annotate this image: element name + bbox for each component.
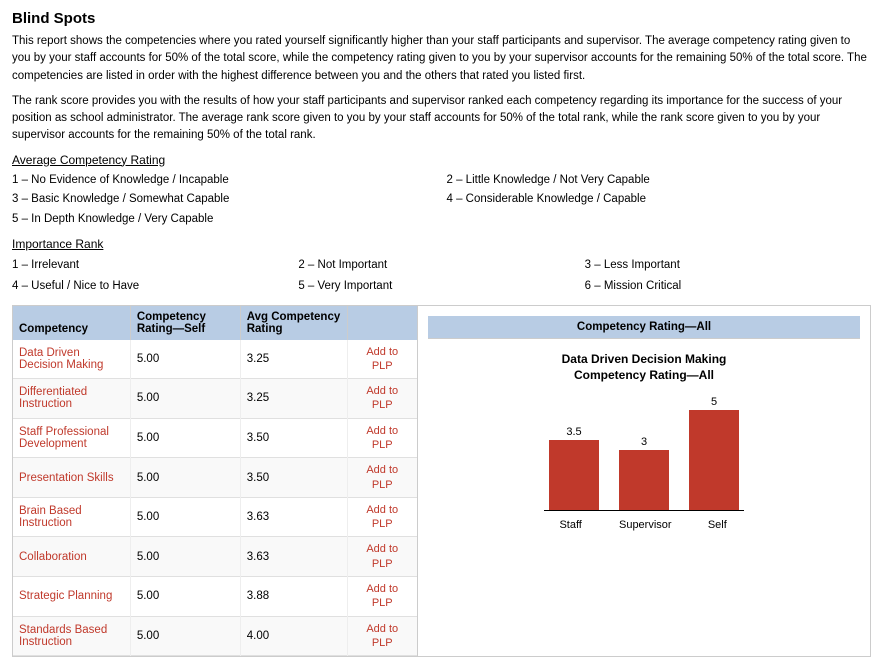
bar-label: Self	[692, 519, 742, 531]
avg-rating: 4.00	[240, 616, 347, 656]
importance-1: 1 – Irrelevant	[12, 255, 298, 276]
competency-link[interactable]: Strategic Planning	[19, 590, 112, 602]
importance-2: 2 – Not Important	[298, 255, 584, 276]
avg-rating: 3.50	[240, 458, 347, 498]
avg-rating: 3.88	[240, 577, 347, 617]
self-rating: 5.00	[130, 379, 240, 419]
self-rating: 5.00	[130, 418, 240, 458]
importance-title: Importance Rank	[12, 237, 871, 251]
add-plp-link[interactable]: Add toPLP	[366, 504, 398, 530]
col-competency: Competency	[13, 306, 130, 340]
table-row: Staff Professional Development 5.00 3.50…	[13, 418, 417, 458]
intro-paragraph-2: The rank score provides you with the res…	[12, 93, 871, 145]
self-rating: 5.00	[130, 497, 240, 537]
add-plp-link[interactable]: Add toPLP	[366, 464, 398, 490]
avg-rating: 3.25	[240, 379, 347, 419]
avg-rating: 3.63	[240, 497, 347, 537]
bar-rect	[619, 450, 669, 510]
add-plp-link[interactable]: Add toPLP	[366, 623, 398, 649]
competency-link[interactable]: Differentiated Instruction	[19, 386, 87, 410]
avg-rating-title: Average Competency Rating	[12, 153, 871, 167]
bar-rect	[549, 440, 599, 510]
add-plp-link[interactable]: Add toPLP	[366, 583, 398, 609]
bar-group: 3	[619, 436, 669, 510]
rating-1: 1 – No Evidence of Knowledge / Incapable	[12, 171, 437, 191]
page-title: Blind Spots	[12, 10, 871, 27]
importance-5: 5 – Very Important	[298, 276, 584, 297]
competency-link[interactable]: Presentation Skills	[19, 472, 114, 484]
bar-value: 3.5	[566, 426, 581, 438]
add-plp-link[interactable]: Add toPLP	[366, 385, 398, 411]
rating-2: 2 – Little Knowledge / Not Very Capable	[447, 171, 872, 191]
table-row: Differentiated Instruction 5.00 3.25 Add…	[13, 379, 417, 419]
add-plp-link[interactable]: Add toPLP	[366, 543, 398, 569]
self-rating: 5.00	[130, 458, 240, 498]
col-all	[347, 306, 417, 340]
rating-4: 4 – Considerable Knowledge / Capable	[447, 190, 872, 210]
avg-rating: 3.25	[240, 340, 347, 379]
col-self: Competency Rating—Self	[130, 306, 240, 340]
self-rating: 5.00	[130, 537, 240, 577]
self-rating: 5.00	[130, 616, 240, 656]
competency-link[interactable]: Collaboration	[19, 551, 87, 563]
bar-chart: 3.535	[549, 400, 739, 510]
bar-value: 3	[641, 436, 647, 448]
rating-3: 3 – Basic Knowledge / Somewhat Capable	[12, 190, 437, 210]
self-rating: 5.00	[130, 340, 240, 379]
bar-label: Supervisor	[619, 519, 669, 531]
bar-group: 3.5	[549, 426, 599, 510]
bar-label: Staff	[546, 519, 596, 531]
importance-3: 3 – Less Important	[585, 255, 871, 276]
table-row: Data Driven Decision Making 5.00 3.25 Ad…	[13, 340, 417, 379]
competency-link[interactable]: Data Driven Decision Making	[19, 347, 103, 371]
chart-title: Data Driven Decision Making Competency R…	[562, 351, 727, 385]
bar-rect	[689, 410, 739, 510]
table-row: Strategic Planning 5.00 3.88 Add toPLP	[13, 577, 417, 617]
intro-paragraph-1: This report shows the competencies where…	[12, 33, 871, 85]
avg-rating: 3.50	[240, 418, 347, 458]
self-rating: 5.00	[130, 577, 240, 617]
rating-5: 5 – In Depth Knowledge / Very Capable	[12, 210, 437, 230]
competency-link[interactable]: Standards Based Instruction	[19, 624, 107, 648]
add-plp-link[interactable]: Add toPLP	[366, 425, 398, 451]
chart-panel-header: Competency Rating—All	[428, 316, 860, 339]
table-row: Collaboration 5.00 3.63 Add toPLP	[13, 537, 417, 577]
importance-4: 4 – Useful / Nice to Have	[12, 276, 298, 297]
table-row: Standards Based Instruction 5.00 4.00 Ad…	[13, 616, 417, 656]
col-avg: Avg Competency Rating	[240, 306, 347, 340]
importance-6: 6 – Mission Critical	[585, 276, 871, 297]
competency-link[interactable]: Staff Professional Development	[19, 426, 109, 450]
table-row: Presentation Skills 5.00 3.50 Add toPLP	[13, 458, 417, 498]
bar-group: 5	[689, 396, 739, 510]
avg-rating: 3.63	[240, 537, 347, 577]
bar-value: 5	[711, 396, 717, 408]
competency-link[interactable]: Brain Based Instruction	[19, 505, 82, 529]
add-plp-link[interactable]: Add toPLP	[366, 346, 398, 372]
table-row: Brain Based Instruction 5.00 3.63 Add to…	[13, 497, 417, 537]
